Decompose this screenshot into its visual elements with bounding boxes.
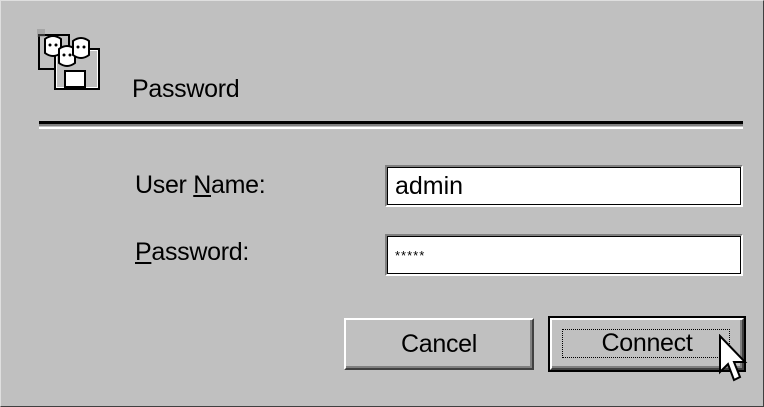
password-label: Password: — [135, 238, 250, 266]
connect-button-label: Connect — [601, 328, 693, 357]
header-divider — [39, 121, 743, 129]
user-name-field[interactable] — [385, 165, 743, 207]
cancel-button[interactable]: Cancel — [344, 318, 534, 370]
password-dialog: Password User Name: Password: Cancel Con… — [0, 0, 764, 407]
cancel-button-label: Cancel — [400, 329, 478, 358]
mouse-pointer-icon — [718, 333, 748, 384]
dialog-title: Password — [132, 75, 240, 103]
password-field[interactable] — [385, 234, 743, 276]
connect-button[interactable]: Connect — [548, 316, 746, 372]
users-icon — [35, 27, 113, 103]
user-name-label: User Name: — [135, 171, 266, 199]
